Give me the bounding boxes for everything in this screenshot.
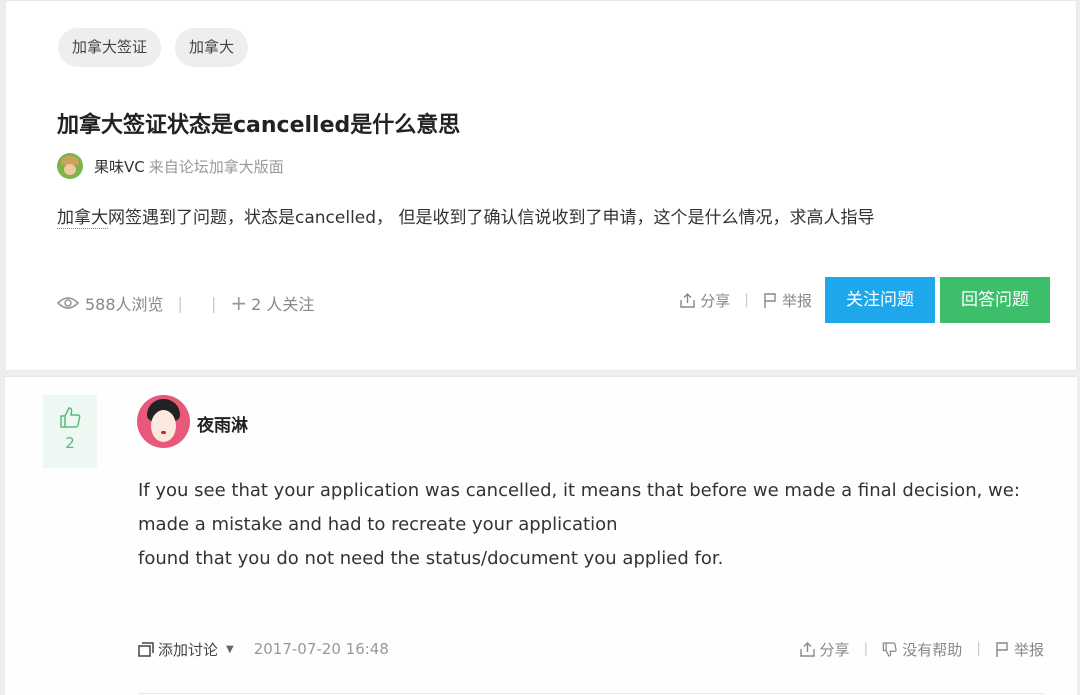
- share-icon: [799, 641, 815, 657]
- share-label: 分享: [700, 291, 731, 310]
- question-actions: 分享 | 举报 关注问题 回答问题: [680, 277, 1076, 323]
- question-stats: 588人浏览 | | + 2 人关注: [57, 291, 314, 315]
- question-author-name[interactable]: 果味VC: [94, 156, 145, 177]
- share-button[interactable]: 分享: [680, 290, 730, 311]
- plus-icon: +: [230, 291, 248, 315]
- question-body: 加拿大网签遇到了问题，状态是cancelled， 但是收到了确认信说收到了申请，…: [57, 203, 875, 229]
- comment-icon: [138, 641, 154, 657]
- question-body-keyword[interactable]: 加拿大: [57, 208, 108, 229]
- answer-card: 2 夜雨淋 If you see that your application w…: [5, 376, 1077, 695]
- thumbs-up-icon: [60, 407, 81, 428]
- not-helpful-button[interactable]: 没有帮助: [882, 639, 962, 660]
- answer-report-button[interactable]: 举报: [995, 639, 1044, 660]
- divider: |: [177, 293, 183, 313]
- question-author-avatar[interactable]: [57, 153, 83, 179]
- not-helpful-label: 没有帮助: [902, 640, 963, 659]
- question-title: 加拿大签证状态是cancelled是什么意思: [57, 113, 461, 138]
- divider: |: [210, 293, 217, 313]
- divider: [138, 693, 1044, 694]
- add-discussion-label: 添加讨论: [158, 640, 219, 659]
- answer-line: If you see that your application was can…: [138, 480, 1020, 501]
- tag-canada[interactable]: 加拿大: [175, 28, 249, 67]
- thumbs-down-icon: [883, 641, 897, 657]
- answer-author-name[interactable]: 夜雨淋: [197, 411, 248, 436]
- follow-question-button[interactable]: 关注问题: [825, 277, 935, 323]
- share-label: 分享: [819, 640, 850, 659]
- eye-icon: [57, 297, 79, 309]
- divider: |: [976, 641, 981, 657]
- vote-count: 2: [65, 434, 75, 452]
- answer-content: If you see that your application was can…: [138, 474, 1020, 576]
- answer-footer: 添加讨论 ▼ 2017-07-20 16:48 分享 | 没有帮助 | 举报: [138, 637, 1044, 661]
- flag-icon: [996, 641, 1008, 657]
- answer-line: made a mistake and had to recreate your …: [138, 514, 618, 535]
- answer-share-button[interactable]: 分享: [799, 639, 850, 660]
- add-discussion-button[interactable]: 添加讨论 ▼: [138, 639, 234, 660]
- answer-question-button[interactable]: 回答问题: [940, 277, 1050, 323]
- follower-count: 2 人关注: [251, 295, 315, 314]
- question-card: 加拿大签证 加拿大 加拿大签证状态是cancelled是什么意思 果味VC 来自…: [5, 0, 1077, 371]
- report-button[interactable]: 举报: [763, 290, 812, 311]
- share-icon: [680, 292, 695, 308]
- report-label: 举报: [781, 291, 812, 310]
- divider: |: [744, 292, 749, 308]
- view-count: 588人浏览: [85, 295, 164, 314]
- question-body-text: 网签遇到了问题，状态是cancelled， 但是收到了确认信说收到了申请，这个是…: [108, 208, 875, 228]
- answer-author-avatar[interactable]: [137, 395, 190, 448]
- question-author-row: 果味VC 来自论坛加拿大版面: [57, 153, 284, 179]
- divider: |: [863, 641, 869, 657]
- caret-down-icon[interactable]: ▼: [226, 644, 234, 655]
- answer-actions: 分享 | 没有帮助 | 举报: [799, 639, 1044, 660]
- report-label: 举报: [1013, 640, 1044, 659]
- answer-timestamp: 2017-07-20 16:48: [253, 640, 389, 658]
- upvote-button[interactable]: 2: [43, 395, 97, 468]
- tag-canada-visa[interactable]: 加拿大签证: [58, 28, 162, 67]
- answer-line: found that you do not need the status/do…: [138, 548, 724, 569]
- flag-icon: [764, 292, 776, 308]
- question-source[interactable]: 来自论坛加拿大版面: [149, 156, 284, 177]
